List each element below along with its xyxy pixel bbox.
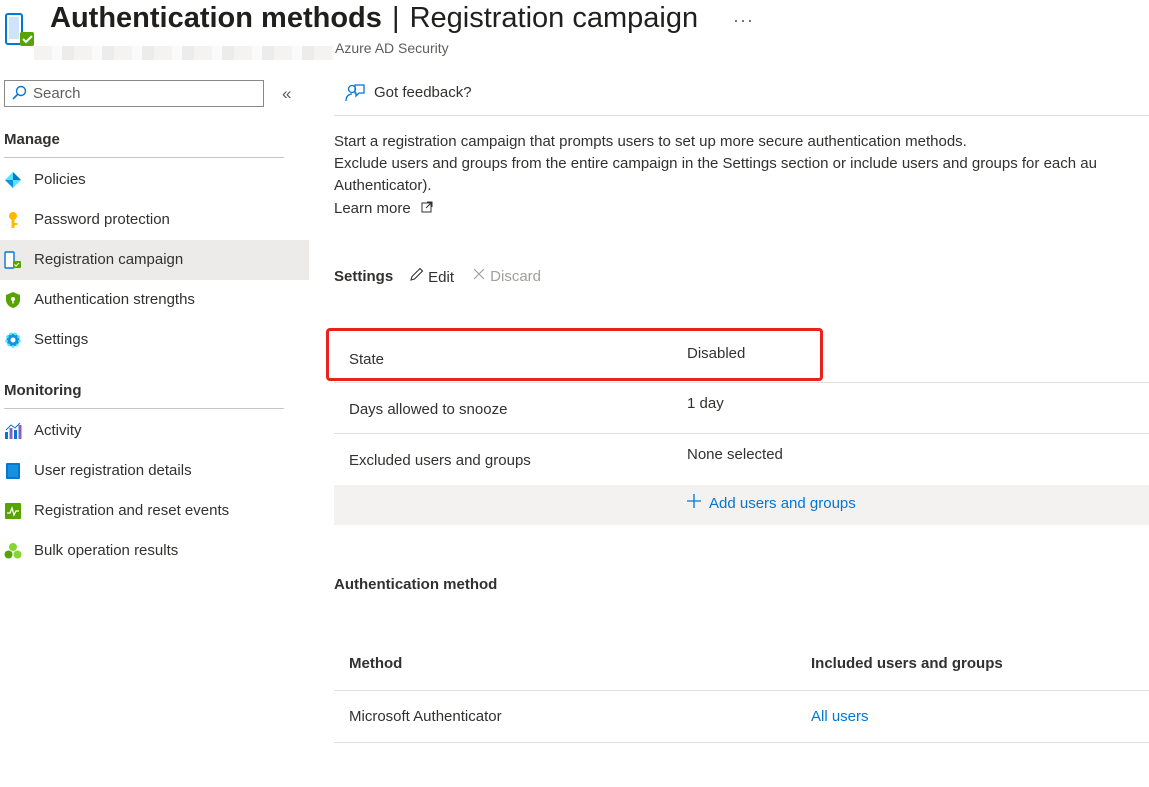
search-placeholder: Search — [33, 85, 81, 102]
sidebar-item-policies[interactable]: Policies — [0, 160, 309, 200]
edit-label: Edit — [428, 269, 455, 286]
events-icon — [4, 502, 22, 520]
page-title-main: Authentication methods — [50, 2, 382, 34]
user-details-icon — [4, 462, 22, 480]
shield-icon — [4, 291, 22, 309]
sidebar-item-label: Registration and reset events — [34, 502, 230, 519]
sidebar-item-label: Password protection — [34, 211, 170, 228]
plus-icon — [686, 493, 702, 509]
sidebar-item-label: Authentication strengths — [34, 291, 195, 308]
edit-button[interactable]: Edit — [409, 267, 454, 286]
sidebar-item-label: Policies — [34, 171, 86, 188]
activity-chart-icon — [4, 422, 22, 440]
key-icon — [4, 211, 22, 229]
divider — [334, 115, 1149, 116]
snooze-days-value: 1 day — [687, 395, 724, 412]
description-line-1: Start a registration campaign that promp… — [334, 133, 967, 150]
excluded-users-value: None selected — [687, 446, 783, 463]
search-icon — [11, 85, 27, 101]
add-users-row: Add users and groups — [334, 485, 1149, 525]
section-title-monitoring: Monitoring — [4, 382, 82, 399]
redacted-breadcrumb — [34, 46, 334, 60]
external-link-icon — [415, 200, 433, 217]
divider — [4, 157, 284, 158]
collapse-sidebar-button[interactable]: « — [282, 84, 291, 104]
feedback-icon — [344, 82, 366, 108]
page-title-separator: | — [391, 2, 400, 34]
sidebar-item-password-protection[interactable]: Password protection — [0, 200, 309, 240]
excluded-users-label: Excluded users and groups — [349, 452, 531, 469]
page-title-sub: Registration campaign — [409, 2, 699, 34]
all-users-link[interactable]: All users — [811, 708, 869, 725]
sidebar-item-label: User registration details — [34, 462, 192, 479]
method-cell: Microsoft Authenticator — [349, 708, 502, 725]
more-options-button[interactable]: ··· — [733, 10, 754, 31]
sidebar-item-bulk-operation-results[interactable]: Bulk operation results — [0, 531, 309, 571]
page-subtitle: Azure AD Security — [335, 40, 449, 56]
close-icon — [472, 268, 490, 285]
row-divider — [334, 742, 1149, 743]
sidebar-item-label: Settings — [34, 331, 89, 348]
sidebar-item-label: Registration campaign — [34, 251, 184, 268]
sidebar-item-registration-campaign[interactable]: Registration campaign — [0, 240, 309, 280]
highlight-box — [326, 328, 823, 381]
row-divider — [334, 433, 1149, 434]
row-divider — [334, 690, 1149, 691]
learn-more-link[interactable]: Learn more — [334, 200, 433, 217]
feedback-label: Got feedback? — [374, 84, 472, 101]
row-divider — [334, 382, 1149, 383]
sidebar-item-label: Bulk operation results — [34, 542, 179, 559]
add-users-and-groups-link[interactable]: Add users and groups — [709, 495, 856, 512]
divider — [4, 408, 284, 409]
settings-section-title: Settings — [334, 268, 394, 285]
sidebar-item-registration-reset-events[interactable]: Registration and reset events — [0, 491, 309, 531]
section-title-manage: Manage — [4, 131, 60, 148]
authentication-method-title: Authentication method — [334, 576, 498, 593]
page-title: Authentication methods | Registration ca… — [50, 2, 698, 35]
sidebar-item-activity[interactable]: Activity — [0, 411, 309, 451]
registration-campaign-icon — [4, 12, 38, 50]
pencil-icon — [409, 267, 428, 286]
registration-icon — [4, 251, 22, 269]
learn-more-label: Learn more — [334, 200, 411, 217]
column-header-included: Included users and groups — [811, 655, 1003, 672]
discard-button[interactable]: Discard — [472, 267, 541, 285]
sidebar-item-label: Activity — [34, 422, 82, 439]
sidebar-item-settings[interactable]: Settings — [0, 320, 309, 360]
description-line-2: Exclude users and groups from the entire… — [334, 155, 1097, 172]
column-header-method: Method — [349, 655, 403, 672]
bulk-results-icon — [4, 542, 22, 560]
snooze-days-label: Days allowed to snooze — [349, 401, 508, 418]
sidebar-item-authentication-strengths[interactable]: Authentication strengths — [0, 280, 309, 320]
discard-label: Discard — [490, 268, 542, 285]
search-input[interactable]: Search — [4, 80, 264, 107]
policies-icon — [4, 171, 22, 189]
gear-icon — [4, 331, 22, 349]
sidebar-item-user-registration-details[interactable]: User registration details — [0, 451, 309, 491]
description-line-3: Authenticator). — [334, 177, 432, 194]
